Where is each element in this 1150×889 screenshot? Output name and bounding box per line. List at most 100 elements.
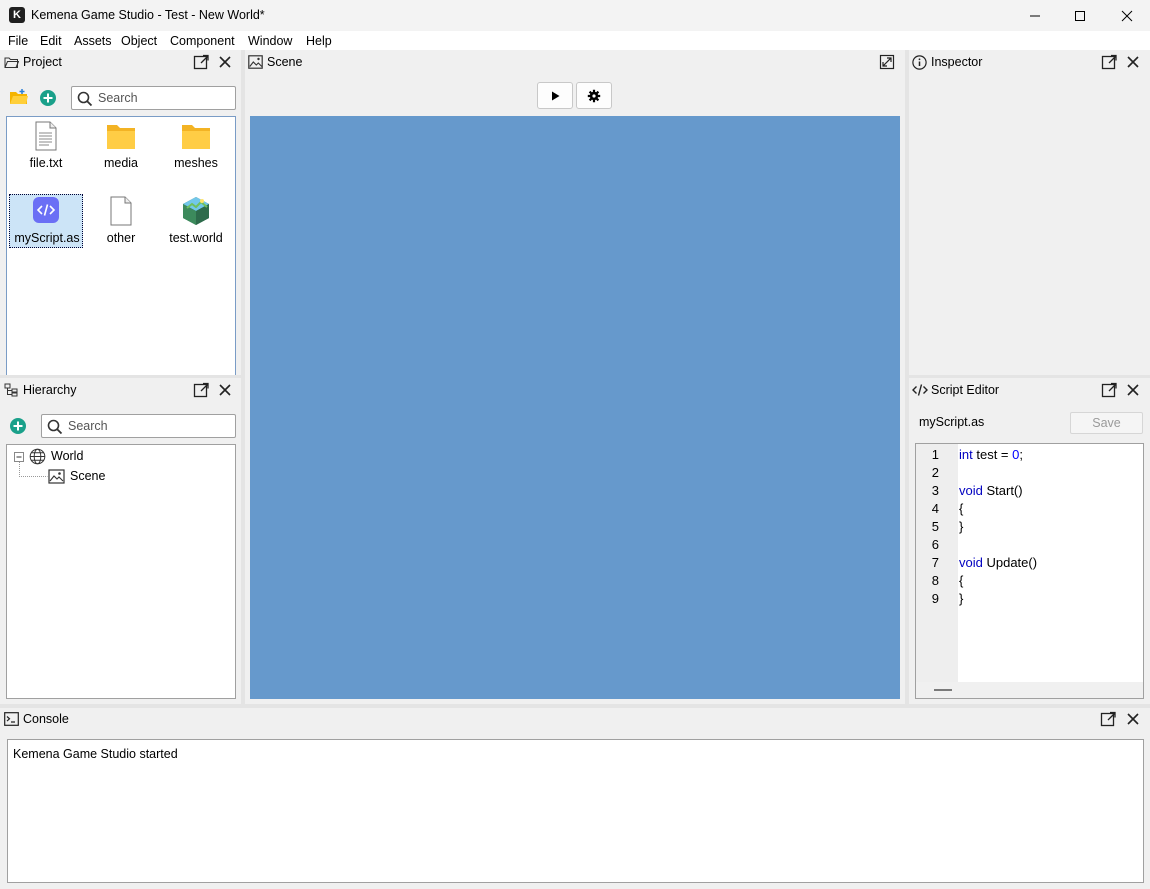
text-file-icon xyxy=(35,121,57,151)
menu-edit[interactable]: Edit xyxy=(40,34,62,48)
file-name: test.world xyxy=(169,231,223,245)
code-line: { xyxy=(959,501,964,516)
project-search[interactable] xyxy=(71,86,236,110)
maximize-button[interactable] xyxy=(1057,0,1103,31)
hierarchy-search-input[interactable] xyxy=(68,418,198,434)
menu-help[interactable]: Help xyxy=(306,34,332,48)
file-item[interactable]: media xyxy=(84,119,158,173)
popout-icon[interactable] xyxy=(193,54,209,70)
scene-panel-title: Scene xyxy=(267,55,303,69)
script-file-icon xyxy=(33,197,59,223)
line-number: 1 xyxy=(931,447,939,462)
console-panel-title: Console xyxy=(23,712,69,726)
script-editor-panel-title: Script Editor xyxy=(931,383,1000,397)
tree-node-label: World xyxy=(51,449,84,463)
line-number: 5 xyxy=(931,519,939,534)
title-bar: K Kemena Game Studio - Test - New World* xyxy=(0,0,1150,31)
menu-object[interactable]: Object xyxy=(121,34,157,48)
project-panel-header: Project xyxy=(0,50,241,74)
menu-component[interactable]: Component xyxy=(170,34,235,48)
popout-icon[interactable] xyxy=(1101,382,1117,398)
close-panel-icon[interactable] xyxy=(217,54,233,70)
line-number: 2 xyxy=(931,465,939,480)
terminal-icon xyxy=(4,712,19,726)
close-panel-icon[interactable] xyxy=(217,382,233,398)
file-name: myScript.as xyxy=(14,231,80,245)
file-item-selected[interactable]: myScript.as xyxy=(9,194,83,248)
popout-icon[interactable] xyxy=(193,382,209,398)
add-object-icon[interactable] xyxy=(9,417,27,435)
menu-bar: File Edit Assets Object Component Window… xyxy=(0,31,1150,50)
line-number: 8 xyxy=(931,573,939,588)
hierarchy-panel-header: Hierarchy xyxy=(0,378,241,402)
code-line: void Start() xyxy=(959,483,1023,498)
add-asset-icon[interactable] xyxy=(39,89,57,107)
popout-icon[interactable] xyxy=(1100,711,1116,727)
window-title: Kemena Game Studio - Test - New World* xyxy=(31,8,265,22)
code-line: } xyxy=(959,591,964,606)
menu-file[interactable]: File xyxy=(8,34,28,48)
close-panel-icon[interactable] xyxy=(1125,54,1141,70)
line-number: 3 xyxy=(931,483,939,498)
play-button[interactable] xyxy=(537,82,573,109)
line-number: 6 xyxy=(931,537,939,552)
hierarchy-icon xyxy=(4,383,18,397)
file-name: other xyxy=(106,231,136,245)
project-panel: Project file.txt media meshes myScript.a… xyxy=(0,50,241,420)
world-file-icon xyxy=(183,197,209,225)
console-panel-header: Console xyxy=(0,708,1150,732)
collapse-toggle-icon[interactable] xyxy=(14,452,24,462)
blank-file-icon xyxy=(110,196,132,226)
play-icon xyxy=(552,91,560,100)
app-logo-icon: K xyxy=(9,7,25,23)
hierarchy-search[interactable] xyxy=(41,414,236,438)
folder-icon xyxy=(107,125,135,149)
search-icon xyxy=(47,419,63,435)
scene-viewport[interactable] xyxy=(250,116,900,699)
maximize-panel-icon[interactable] xyxy=(879,54,895,70)
file-item[interactable]: test.world xyxy=(159,194,233,248)
new-folder-icon[interactable] xyxy=(9,88,29,106)
code-editor[interactable]: 1 2 3 4 5 6 7 8 9 int test = 0; void Sta… xyxy=(915,443,1144,699)
hierarchy-panel: Hierarchy World Scene xyxy=(0,378,241,704)
globe-icon xyxy=(29,448,46,465)
save-button[interactable]: Save xyxy=(1070,412,1143,434)
info-icon xyxy=(912,55,927,70)
scrollbar-thumb[interactable] xyxy=(934,689,952,691)
search-icon xyxy=(77,91,93,107)
folder-open-icon xyxy=(4,57,19,68)
file-name: meshes xyxy=(174,156,218,170)
script-filename: myScript.as xyxy=(919,415,985,429)
inspector-panel: Inspector xyxy=(909,50,1150,375)
project-search-input[interactable] xyxy=(98,90,228,106)
file-item[interactable]: other xyxy=(84,194,158,248)
minimize-button[interactable] xyxy=(1012,0,1058,31)
menu-window[interactable]: Window xyxy=(248,34,292,48)
close-panel-icon[interactable] xyxy=(1125,382,1141,398)
horizontal-scrollbar[interactable] xyxy=(916,682,1143,698)
folder-icon xyxy=(182,125,210,149)
code-line: { xyxy=(959,573,964,588)
hierarchy-tree: World Scene xyxy=(6,444,236,699)
line-number: 4 xyxy=(931,501,939,516)
line-number: 7 xyxy=(931,555,939,570)
code-line: void Update() xyxy=(959,555,1038,570)
tree-node-label: Scene xyxy=(70,469,106,483)
popout-icon[interactable] xyxy=(1101,54,1117,70)
file-item[interactable]: file.txt xyxy=(9,119,83,173)
scene-icon xyxy=(248,55,263,69)
close-icon xyxy=(1121,10,1133,21)
line-number-gutter: 1 2 3 4 5 6 7 8 9 xyxy=(916,444,958,682)
inspector-panel-title: Inspector xyxy=(931,55,983,69)
line-number: 9 xyxy=(931,591,939,606)
file-item[interactable]: meshes xyxy=(159,119,233,173)
file-name: media xyxy=(103,156,139,170)
file-name: file.txt xyxy=(29,156,63,170)
scene-settings-button[interactable] xyxy=(576,82,612,109)
close-panel-icon[interactable] xyxy=(1125,711,1141,727)
console-output[interactable]: Kemena Game Studio started xyxy=(7,739,1144,883)
menu-assets[interactable]: Assets xyxy=(74,34,112,48)
project-panel-title: Project xyxy=(23,55,62,69)
scene-icon xyxy=(48,469,65,484)
close-window-button[interactable] xyxy=(1104,0,1150,31)
